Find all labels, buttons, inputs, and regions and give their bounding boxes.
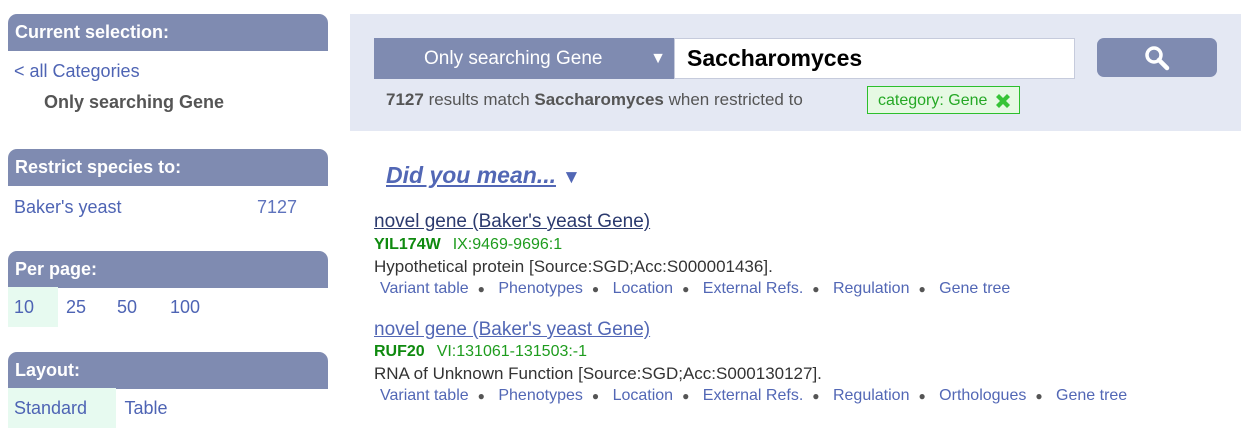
bullet-separator: ● xyxy=(1035,389,1043,403)
layout-heading: Layout: xyxy=(8,352,328,389)
result-location-link[interactable]: IX:9469-9696:1 xyxy=(453,236,562,253)
bullet-separator: ● xyxy=(477,389,485,403)
external-refs-link[interactable]: External Refs. xyxy=(703,280,803,298)
result-description: Hypothetical protein [Source:SGD;Acc:S00… xyxy=(374,257,773,276)
triangle-down-icon: ▼ xyxy=(650,50,666,67)
result-id-line: YIL174W IX:9469-9696:1 xyxy=(374,236,562,254)
bullet-separator: ● xyxy=(812,389,820,403)
remove-filter-icon[interactable] xyxy=(993,91,1013,121)
result-links: Variant table ● Phenotypes ● Location ● Ext… xyxy=(380,387,1127,405)
result-links: Variant table ● Phenotypes ● Location ● Ext… xyxy=(380,280,1010,298)
current-category: Only searching Gene xyxy=(44,92,225,112)
search-scope-label: Only searching Gene xyxy=(424,48,603,69)
location-link[interactable]: Location xyxy=(613,387,674,405)
variant-table-link[interactable]: Variant table xyxy=(380,387,469,405)
result-gene-id: YIL174W xyxy=(374,236,441,253)
bullet-separator: ● xyxy=(682,282,690,296)
result-gene-id: RUF20 xyxy=(374,343,425,360)
variant-table-link[interactable]: Variant table xyxy=(380,280,469,298)
magnifier-icon xyxy=(1145,45,1170,70)
results-query: Saccharomyces xyxy=(534,90,664,109)
per-page-option-100[interactable]: 100 xyxy=(164,287,206,327)
restrict-species-heading: Restrict species to: xyxy=(8,149,328,186)
per-page-option-10[interactable]: 10 xyxy=(8,287,58,327)
bullet-separator: ● xyxy=(591,389,600,403)
result-id-line: RUF20 VI:131061-131503:-1 xyxy=(374,343,587,361)
per-page-option-25[interactable]: 25 xyxy=(60,287,92,327)
results-text-end: when restricted to xyxy=(668,90,803,109)
phenotypes-link[interactable]: Phenotypes xyxy=(498,280,583,298)
results-summary: 7127 results match Saccharomyces when re… xyxy=(386,90,803,110)
did-you-mean-label: Did you mean... xyxy=(386,162,556,188)
triangle-down-icon: ▼ xyxy=(561,167,581,188)
bullet-separator: ● xyxy=(477,282,485,296)
bullet-separator: ● xyxy=(591,282,600,296)
bullet-separator: ● xyxy=(812,282,820,296)
result-count: 7127 xyxy=(386,90,424,109)
location-link[interactable]: Location xyxy=(613,280,674,298)
result-title-link[interactable]: novel gene (Baker's yeast Gene) xyxy=(374,319,650,341)
external-refs-link[interactable]: External Refs. xyxy=(703,387,803,405)
search-button[interactable] xyxy=(1097,38,1217,77)
result-title-link[interactable]: novel gene (Baker's yeast Gene) xyxy=(374,211,650,233)
gene-tree-link[interactable]: Gene tree xyxy=(1056,387,1127,405)
bullet-separator: ● xyxy=(918,282,926,296)
orthologues-link[interactable]: Orthologues xyxy=(939,387,1026,405)
bullet-separator: ● xyxy=(682,389,690,403)
layout-option-table[interactable]: Table xyxy=(118,388,174,428)
filter-tag-label: category: Gene xyxy=(878,92,988,109)
results-text-mid: results match xyxy=(428,90,530,109)
species-bakers-yeast-link[interactable]: Baker's yeast xyxy=(14,197,121,218)
category-filter-tag: category: Gene xyxy=(867,86,1021,114)
species-count: 7127 xyxy=(257,197,298,217)
gene-tree-link[interactable]: Gene tree xyxy=(939,280,1010,298)
regulation-link[interactable]: Regulation xyxy=(833,387,910,405)
did-you-mean-toggle[interactable]: Did you mean... ▼ xyxy=(386,162,581,189)
regulation-link[interactable]: Regulation xyxy=(833,280,910,298)
layout-option-standard[interactable]: Standard xyxy=(8,388,116,428)
search-scope-dropdown[interactable]: Only searching Gene ▼ xyxy=(374,38,674,79)
result-description: RNA of Unknown Function [Source:SGD;Acc:… xyxy=(374,364,822,383)
per-page-heading: Per page: xyxy=(8,251,328,288)
search-input[interactable] xyxy=(674,38,1075,79)
result-location-link[interactable]: VI:131061-131503:-1 xyxy=(437,343,587,360)
bullet-separator: ● xyxy=(918,389,926,403)
current-selection-heading: Current selection: xyxy=(8,14,328,51)
all-categories-link[interactable]: < all Categories xyxy=(14,61,140,82)
phenotypes-link[interactable]: Phenotypes xyxy=(498,387,583,405)
per-page-option-50[interactable]: 50 xyxy=(111,287,143,327)
